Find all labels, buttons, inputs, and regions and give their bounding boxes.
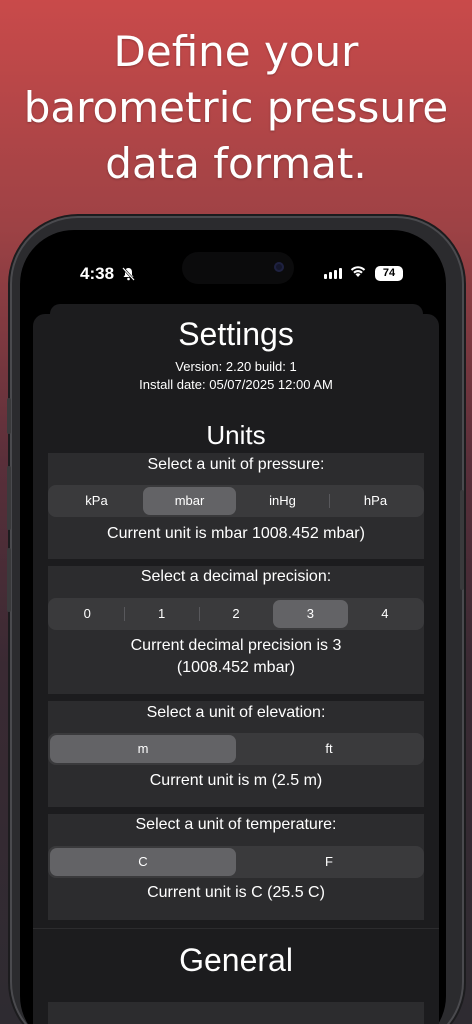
decimal-precision-label: Select a decimal precision: [140,568,332,585]
promo-headline: Define your barometric pressure data for… [0,24,472,192]
elevation-current-value: Current unit is m (2.5 m) [149,772,323,789]
precision-current-line-1: Current decimal precision is 3 [130,637,342,654]
decimal-precision-picker[interactable]: 0 1 2 3 4 [48,598,424,630]
pressure-option-inhg[interactable]: inHg [236,487,329,515]
temperature-unit-picker[interactable]: C F [48,846,424,878]
headline-line-2: barometric pressure [23,83,449,132]
precision-option-2[interactable]: 2 [198,600,273,628]
section-divider [33,928,439,929]
precision-option-3[interactable]: 3 [273,600,348,628]
pressure-unit-picker[interactable]: kPa mbar inHg hPa [48,485,424,517]
units-section-title: Units [206,420,266,450]
elevation-unit-card: Select a unit of elevation: m ft Current… [48,701,424,807]
pressure-option-mbar[interactable]: mbar [143,487,236,515]
volume-up-button [7,466,11,530]
pressure-current-value: Current unit is mbar 1008.452 mbar) [107,525,365,542]
page-title: Settings [178,316,294,352]
elevation-unit-label: Select a unit of elevation: [146,704,326,721]
action-button [7,398,11,434]
camera-icon [274,262,284,272]
power-button [460,490,464,590]
temperature-option-c[interactable]: C [50,848,236,876]
precision-current-line-2: (1008.452 mbar) [176,659,296,676]
status-time: 4:38 [80,264,115,283]
volume-down-button [7,548,11,612]
temperature-unit-card: Select a unit of temperature: C F Curren… [48,814,424,920]
battery-indicator: 74 [375,266,403,281]
headline-line-1: Define your [113,27,359,76]
headline-line-3: data format. [105,139,367,188]
install-date-text: Install date: 05/07/2025 12:00 AM [139,377,333,392]
temperature-unit-label: Select a unit of temperature: [135,816,337,833]
version-text: Version: 2.20 build: 1 [175,359,297,374]
wifi-icon [349,263,367,283]
precision-option-0[interactable]: 0 [50,600,124,628]
silent-bell-icon [122,267,135,284]
pressure-unit-label: Select a unit of pressure: [147,456,325,473]
cellular-signal-icon [324,268,342,279]
temperature-option-f[interactable]: F [236,848,422,876]
temperature-current-value: Current unit is C (25.5 C) [147,884,325,901]
elevation-option-m[interactable]: m [50,735,236,763]
decimal-precision-card: Select a decimal precision: 0 1 2 3 4 Cu… [48,566,424,694]
pressure-option-kpa[interactable]: kPa [50,487,143,515]
general-section-title: General [179,942,293,978]
general-settings-card [48,1002,424,1024]
precision-option-4[interactable]: 4 [348,600,422,628]
precision-option-1[interactable]: 1 [124,600,198,628]
pressure-unit-card: Select a unit of pressure: kPa mbar inHg… [48,453,424,559]
elevation-option-ft[interactable]: ft [236,735,422,763]
elevation-unit-picker[interactable]: m ft [48,733,424,765]
pressure-option-hpa[interactable]: hPa [329,487,422,515]
